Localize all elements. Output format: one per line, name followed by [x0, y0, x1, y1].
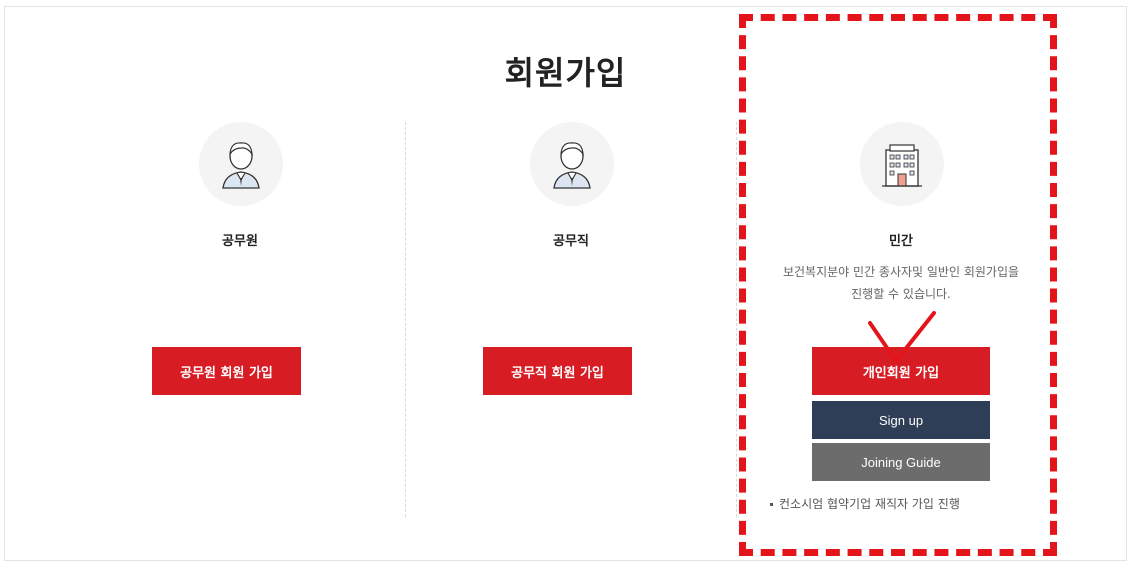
sign-up-button[interactable]: Sign up — [812, 401, 990, 439]
consortium-note: 컨소시엄 협약기업 재직자 가입 진행 — [770, 495, 960, 512]
building-icon — [860, 122, 944, 206]
column-description: 보건복지분야 민간 종사자및 일반인 회원가입을 진행할 수 있습니다. — [751, 261, 1051, 305]
description-line: 보건복지분야 민간 종사자및 일반인 회원가입을 — [782, 265, 1020, 279]
public-official-signup-button[interactable]: 공무원 회원 가입 — [152, 347, 301, 395]
description-line: 진행할 수 있습니다. — [851, 287, 951, 301]
person-icon — [199, 122, 283, 206]
note-text: 컨소시엄 협약기업 재직자 가입 진행 — [779, 497, 960, 511]
person-icon — [530, 122, 614, 206]
column-label: 공무직 — [553, 234, 589, 249]
column-public-official: 공무원 공무원 회원 가입 — [75, 0, 405, 564]
joining-guide-button[interactable]: Joining Guide — [812, 443, 990, 481]
column-public-worker: 공무직 공무직 회원 가입 — [406, 0, 736, 564]
individual-signup-button[interactable]: 개인회원 가입 — [812, 347, 990, 395]
column-label: 공무원 — [222, 234, 258, 249]
column-label: 민간 — [889, 234, 913, 249]
bullet-icon — [770, 503, 773, 506]
public-worker-signup-button[interactable]: 공무직 회원 가입 — [483, 347, 632, 395]
column-private: 민간 보건복지분야 민간 종사자및 일반인 회원가입을 진행할 수 있습니다. … — [736, 0, 1066, 564]
